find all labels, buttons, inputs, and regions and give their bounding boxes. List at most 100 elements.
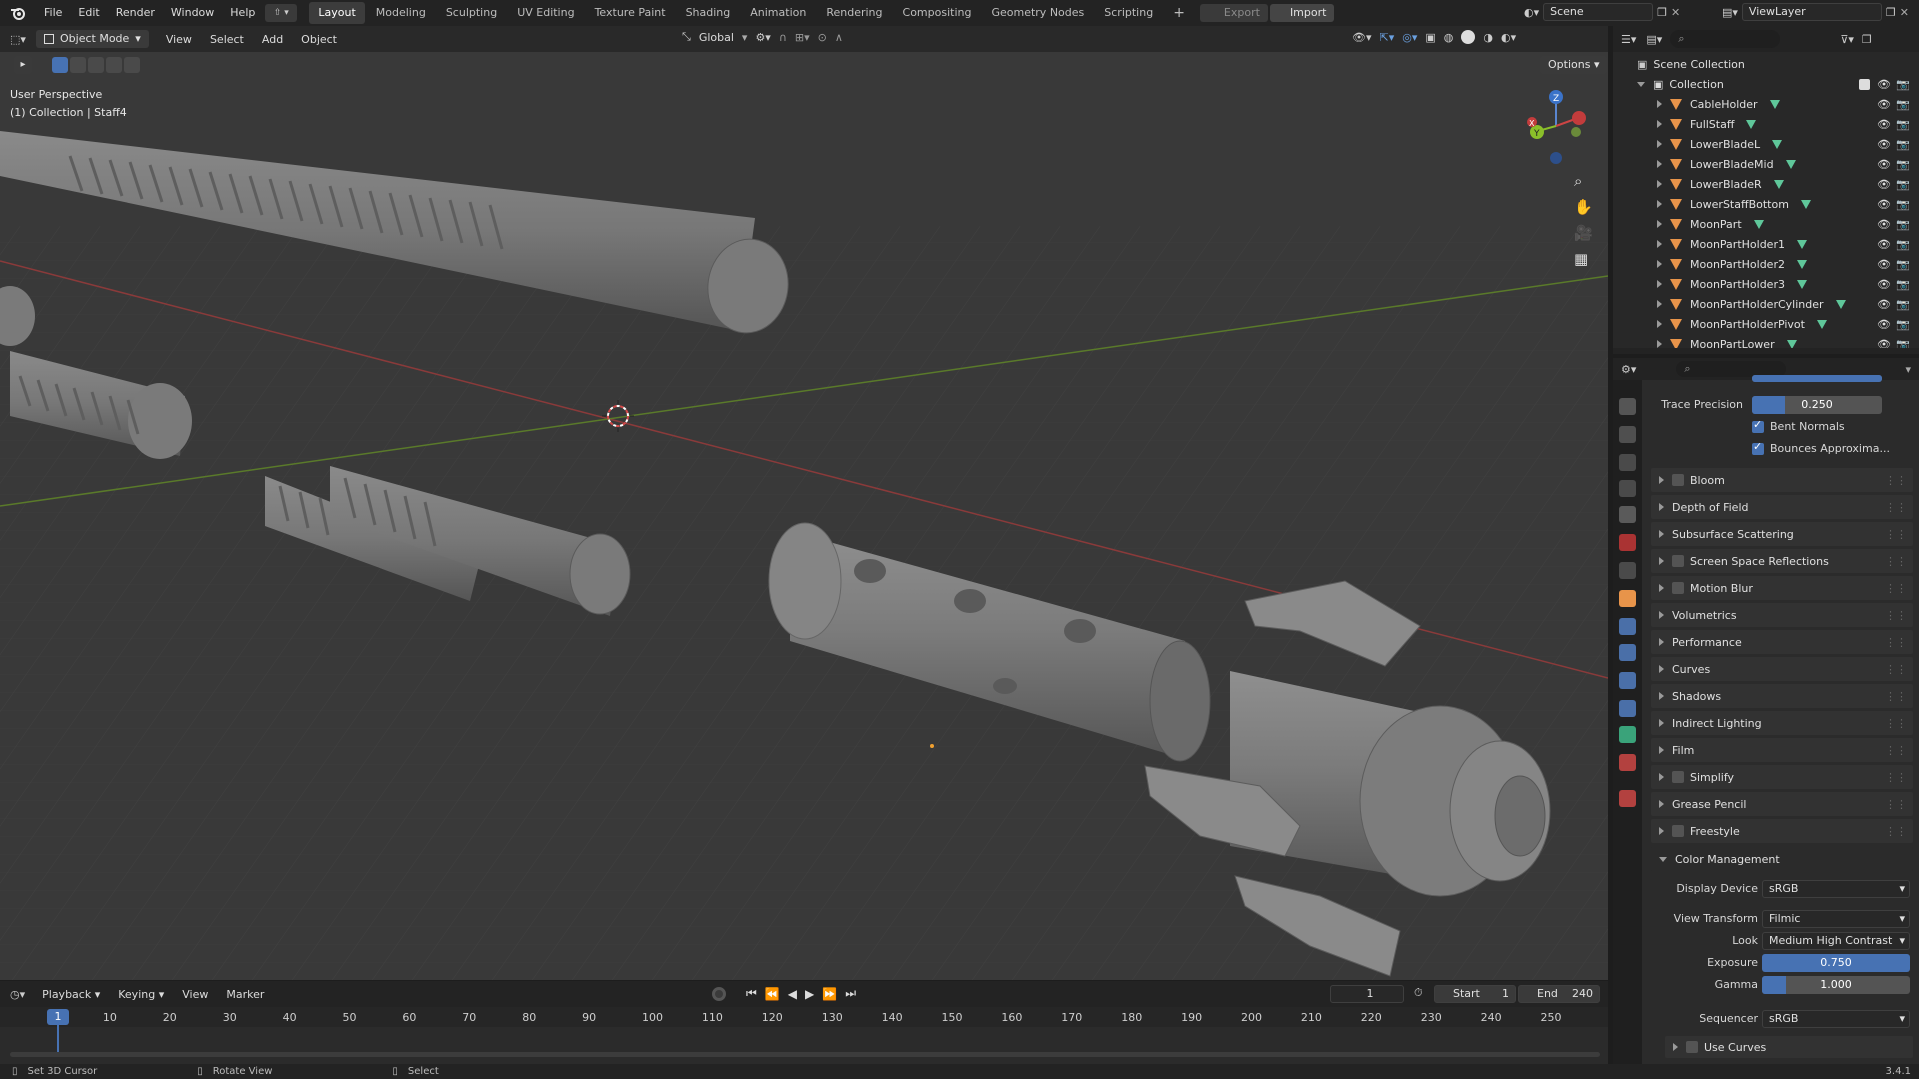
outliner-item[interactable]: MoonPartHolder2 👁 📷 [1613, 254, 1919, 274]
tab-uv-editing[interactable]: UV Editing [508, 2, 583, 24]
camera-render-icon[interactable]: 📷 [1896, 218, 1910, 231]
drag-handle-icon[interactable]: ⋮⋮ [1885, 501, 1907, 514]
outliner-item[interactable]: MoonPartHolder1 👁 📷 [1613, 234, 1919, 254]
mesh-data-icon[interactable] [1796, 259, 1807, 269]
menu-file[interactable]: File [36, 0, 70, 26]
outliner-scene-collection[interactable]: ▣ Scene Collection [1613, 54, 1919, 74]
viewport-menu-select[interactable]: Select [201, 33, 253, 46]
eye-icon[interactable]: 👁 [1877, 218, 1891, 231]
expand-panel-icon[interactable] [1659, 557, 1664, 565]
timeline-menu-keying[interactable]: Keying ▾ [109, 988, 173, 1001]
outliner-item[interactable]: MoonPart 👁 📷 [1613, 214, 1919, 234]
camera-render-icon[interactable]: 📷 [1896, 178, 1910, 191]
render-tab-icon[interactable] [1619, 426, 1636, 443]
particles-tab-icon[interactable] [1619, 644, 1636, 661]
end-frame-field[interactable]: End 240 [1518, 985, 1600, 1003]
drag-handle-icon[interactable]: ⋮⋮ [1885, 528, 1907, 541]
render-panel-header[interactable]: Performance ⋮⋮ [1651, 630, 1913, 654]
drag-handle-icon[interactable]: ⋮⋮ [1885, 744, 1907, 757]
delete-scene-icon[interactable]: ✕ [1671, 6, 1680, 19]
outliner-search-field[interactable]: ⌕ [1670, 30, 1781, 48]
camera-view-icon[interactable]: 🎥 [1574, 224, 1593, 242]
mesh-data-icon[interactable] [1746, 119, 1757, 129]
outliner-item[interactable]: MoonPartHolderCylinder 👁 📷 [1613, 294, 1919, 314]
render-panel-header[interactable]: Subsurface Scattering ⋮⋮ [1651, 522, 1913, 546]
drag-handle-icon[interactable]: ⋮⋮ [1885, 771, 1907, 784]
object-tab-icon[interactable] [1619, 590, 1636, 607]
menu-render[interactable]: Render [108, 0, 163, 26]
tab-geometry-nodes[interactable]: Geometry Nodes [982, 2, 1093, 24]
expand-color-management-icon[interactable] [1659, 856, 1667, 862]
shading-solid-icon[interactable] [1461, 30, 1476, 44]
timeline-menu-marker[interactable]: Marker [217, 988, 273, 1001]
exclude-checkbox[interactable] [1859, 78, 1870, 90]
add-workspace-icon[interactable]: + [1164, 2, 1194, 24]
use-curves-checkbox[interactable] [1686, 1041, 1698, 1053]
mode-dropdown[interactable]: Object Mode ▾ [36, 30, 149, 48]
drag-handle-icon[interactable]: ⋮⋮ [1885, 609, 1907, 622]
play-reverse-icon[interactable]: ◀ [788, 987, 797, 1001]
xray-icon[interactable]: ▣ [1425, 31, 1435, 44]
panel-enable-checkbox[interactable] [1672, 771, 1684, 783]
tab-sculpting[interactable]: Sculpting [437, 2, 506, 24]
menu-window[interactable]: Window [163, 0, 222, 26]
start-frame-field[interactable]: Start 1 [1434, 985, 1516, 1003]
expand-item-icon[interactable] [1657, 220, 1662, 228]
output-tab-icon[interactable] [1619, 454, 1636, 471]
tab-animation[interactable]: Animation [741, 2, 815, 24]
eye-icon[interactable]: 👁 [1877, 278, 1891, 291]
render-panel-header[interactable]: Screen Space Reflections ⋮⋮ [1651, 549, 1913, 573]
current-frame-field[interactable]: 1 [1330, 985, 1404, 1003]
eye-icon[interactable]: 👁 [1877, 138, 1891, 151]
expand-panel-icon[interactable] [1659, 476, 1664, 484]
select-subtract-icon[interactable] [88, 57, 104, 73]
camera-render-icon[interactable]: 📷 [1896, 118, 1910, 131]
drag-handle-icon[interactable]: ⋮⋮ [1885, 636, 1907, 649]
eye-icon[interactable]: 👁 [1877, 238, 1891, 251]
tool-tab-icon[interactable] [1619, 398, 1636, 415]
expand-panel-icon[interactable] [1659, 584, 1664, 592]
shading-wireframe-icon[interactable]: ◍ [1444, 31, 1454, 44]
blender-logo-icon[interactable] [0, 6, 36, 20]
outliner-item[interactable]: CableHolder 👁 📷 [1613, 94, 1919, 114]
eye-icon[interactable]: 👁 [1877, 298, 1891, 311]
scene-name-field[interactable]: Scene [1543, 3, 1654, 21]
eye-icon[interactable]: 👁 [1877, 318, 1891, 331]
timeline-menu-view[interactable]: View [173, 988, 217, 1001]
render-panel-header[interactable]: Curves ⋮⋮ [1651, 657, 1913, 681]
render-panel-header[interactable]: Depth of Field ⋮⋮ [1651, 495, 1913, 519]
tab-modeling[interactable]: Modeling [367, 2, 435, 24]
render-panel-header[interactable]: Simplify ⋮⋮ [1651, 765, 1913, 789]
outliner-item[interactable]: MoonPartHolderPivot 👁 📷 [1613, 314, 1919, 334]
panel-enable-checkbox[interactable] [1672, 825, 1684, 837]
viewport-menu-add[interactable]: Add [253, 33, 292, 46]
render-panel-header[interactable]: Freestyle ⋮⋮ [1651, 819, 1913, 843]
menu-help[interactable]: Help [222, 0, 263, 26]
options-button[interactable]: Options ▾ [1540, 56, 1608, 74]
render-panel-header[interactable]: Shadows ⋮⋮ [1651, 684, 1913, 708]
bounces-approx-row[interactable]: Bounces Approxima... [1752, 440, 1890, 455]
render-panel-header[interactable]: Film ⋮⋮ [1651, 738, 1913, 762]
tab-scripting[interactable]: Scripting [1095, 2, 1162, 24]
next-keyframe-icon[interactable]: ⏩ [822, 987, 837, 1001]
outliner-item[interactable]: FullStaff 👁 📷 [1613, 114, 1919, 134]
tab-shading[interactable]: Shading [677, 2, 740, 24]
play-icon[interactable]: ▶ [805, 987, 814, 1001]
expand-item-icon[interactable] [1657, 120, 1662, 128]
orientation-dropdown[interactable]: Global [699, 31, 734, 44]
visibility-icon[interactable]: 👁▾ [1352, 31, 1372, 44]
mesh-data-icon[interactable] [1796, 279, 1807, 289]
selection-mode-group[interactable] [52, 57, 140, 73]
drag-handle-icon[interactable]: ⋮⋮ [1885, 690, 1907, 703]
menu-edit[interactable]: Edit [70, 0, 107, 26]
drag-handle-icon[interactable]: ⋮⋮ [1885, 474, 1907, 487]
snap-target-icon[interactable]: ⊞▾ [795, 31, 810, 44]
ortho-grid-icon[interactable]: ▦ [1574, 250, 1593, 268]
camera-render-icon[interactable]: 📷 [1896, 198, 1910, 211]
eye-icon[interactable]: 👁 [1877, 178, 1891, 191]
exposure-slider[interactable]: 0.750 [1762, 954, 1910, 972]
outliner-item[interactable]: LowerBladeMid 👁 📷 [1613, 154, 1919, 174]
playhead[interactable]: 1 [47, 1009, 69, 1025]
new-collection-icon[interactable]: ❐ [1862, 33, 1872, 46]
panel-enable-checkbox[interactable] [1672, 474, 1684, 486]
